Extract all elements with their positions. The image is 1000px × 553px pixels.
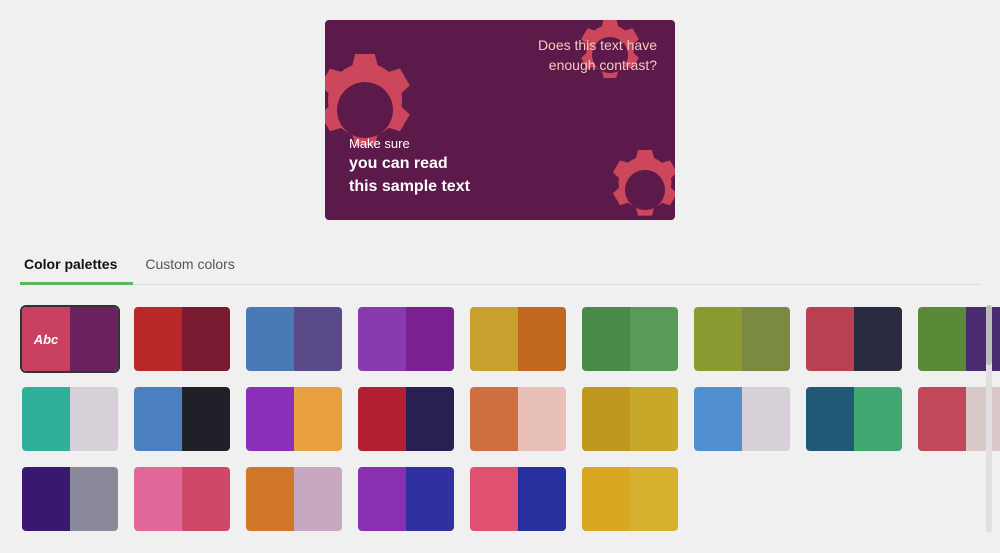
tab-color-palettes[interactable]: Color palettes [20, 248, 133, 285]
swatch-left [806, 387, 854, 451]
swatch-card[interactable] [132, 465, 232, 533]
swatch-card[interactable] [804, 305, 904, 373]
swatch-left [22, 467, 70, 531]
swatch-card[interactable] [468, 305, 568, 373]
swatch-right [630, 467, 678, 531]
preview-sample-text: Make sure you can read this sample text [349, 135, 470, 198]
swatch-left [470, 307, 518, 371]
swatch-right [70, 387, 118, 451]
swatch-card[interactable] [20, 465, 120, 533]
swatch-right [518, 307, 566, 371]
swatch-left [694, 307, 742, 371]
palette-row-2 [20, 385, 980, 453]
swatch-card[interactable] [692, 385, 792, 453]
swatch-card[interactable]: Abc [20, 305, 120, 373]
palette-area: Abc [20, 305, 980, 533]
preview-card: Does this text have enough contrast? Mak… [325, 20, 675, 220]
swatch-card[interactable] [244, 465, 344, 533]
page: Does this text have enough contrast? Mak… [0, 0, 1000, 553]
swatch-card[interactable] [244, 305, 344, 373]
swatch-right [70, 307, 118, 371]
swatch-left [134, 307, 182, 371]
swatch-right [182, 387, 230, 451]
swatch-card[interactable] [580, 385, 680, 453]
swatch-card[interactable] [356, 305, 456, 373]
swatch-card[interactable] [804, 385, 904, 453]
swatch-card[interactable] [468, 465, 568, 533]
swatch-left [22, 387, 70, 451]
swatch-left [582, 307, 630, 371]
swatch-left [918, 387, 966, 451]
swatch-label: Abc [34, 332, 59, 347]
preview-contrast-question: Does this text have enough contrast? [538, 36, 657, 75]
swatch-left [470, 387, 518, 451]
swatch-right [742, 387, 790, 451]
tabs-row: Color palettes Custom colors [20, 248, 980, 285]
swatch-right [294, 387, 342, 451]
swatch-left [358, 467, 406, 531]
swatch-card[interactable] [356, 385, 456, 453]
swatch-right [294, 307, 342, 371]
swatch-right [518, 387, 566, 451]
swatch-left [806, 307, 854, 371]
swatch-card[interactable] [244, 385, 344, 453]
swatch-right [70, 467, 118, 531]
tab-custom-colors[interactable]: Custom colors [141, 248, 250, 285]
gear-small-bottom-icon [595, 140, 675, 220]
swatch-left [246, 387, 294, 451]
swatch-right [518, 467, 566, 531]
swatch-left [134, 387, 182, 451]
swatch-card[interactable] [468, 385, 568, 453]
swatch-left [358, 307, 406, 371]
swatch-right [182, 307, 230, 371]
swatch-left [694, 387, 742, 451]
swatch-card[interactable] [20, 385, 120, 453]
swatch-left [582, 467, 630, 531]
swatch-left: Abc [22, 307, 70, 371]
swatch-right [294, 467, 342, 531]
swatch-right [630, 307, 678, 371]
swatch-card[interactable] [132, 305, 232, 373]
swatch-right [406, 307, 454, 371]
swatch-card[interactable] [692, 305, 792, 373]
swatch-left [470, 467, 518, 531]
palette-row-1: Abc [20, 305, 980, 373]
swatch-card[interactable] [356, 465, 456, 533]
swatch-card[interactable] [580, 305, 680, 373]
swatch-card[interactable] [132, 385, 232, 453]
scrollbar[interactable] [986, 305, 992, 533]
scrollbar-thumb[interactable] [986, 305, 992, 365]
swatch-left [918, 307, 966, 371]
swatch-right [742, 307, 790, 371]
swatch-left [358, 387, 406, 451]
swatch-left [246, 307, 294, 371]
swatch-right [966, 307, 1000, 371]
swatch-right [854, 307, 902, 371]
swatch-right [182, 467, 230, 531]
swatch-card[interactable] [580, 465, 680, 533]
swatch-left [582, 387, 630, 451]
swatch-left [246, 467, 294, 531]
palette-row-3 [20, 465, 980, 533]
swatch-right [630, 387, 678, 451]
swatch-left [134, 467, 182, 531]
swatch-right [854, 387, 902, 451]
swatch-right [406, 467, 454, 531]
swatch-right [406, 387, 454, 451]
swatch-right [966, 387, 1000, 451]
